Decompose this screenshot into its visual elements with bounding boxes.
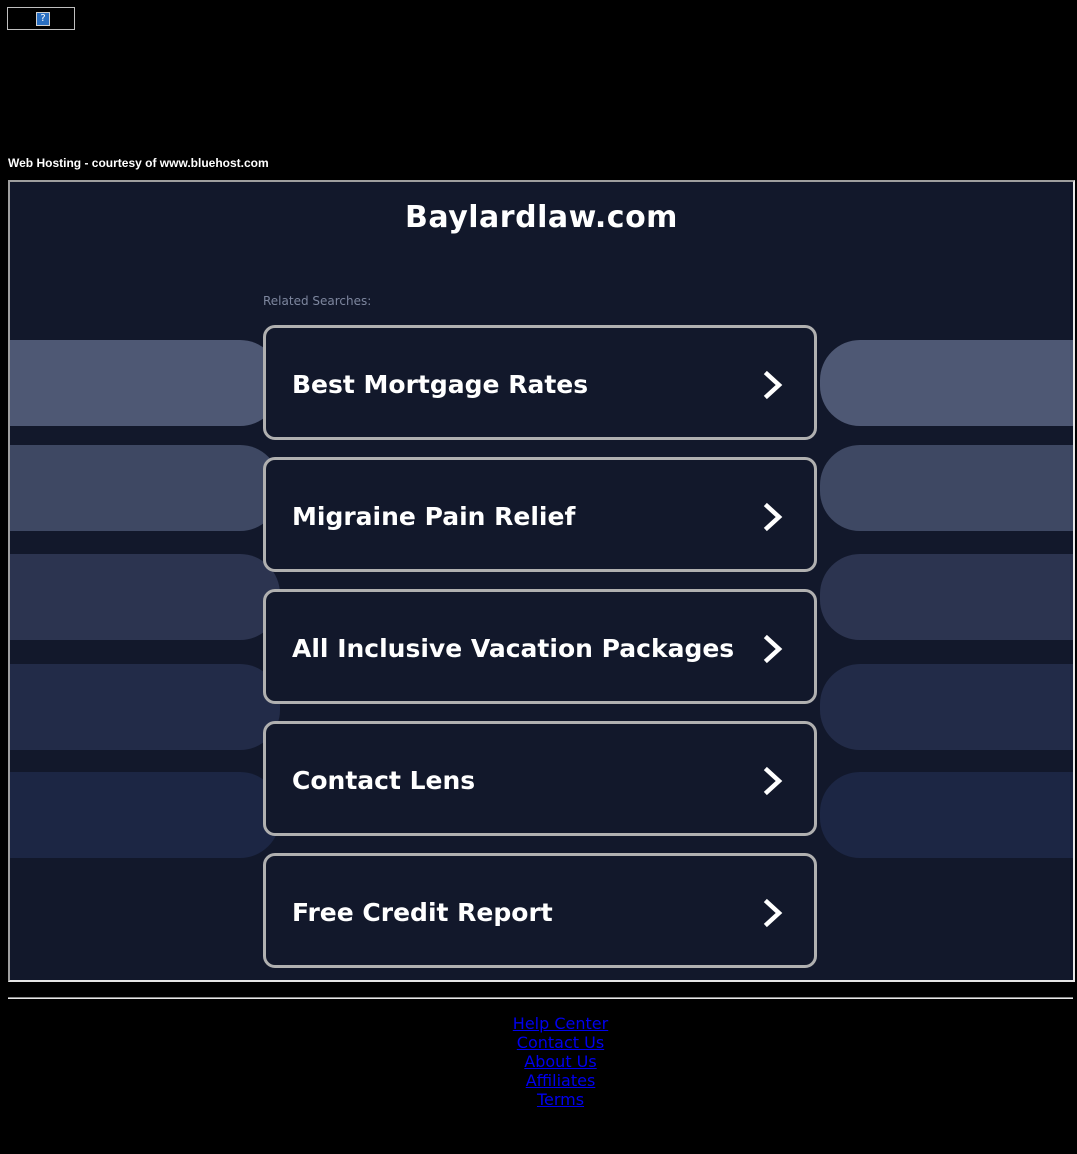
hosting-credit: Web Hosting - courtesy of www.bluehost.c… [8, 156, 269, 170]
decorative-side-bar [10, 340, 280, 426]
related-search-link[interactable]: Free Credit Report [263, 853, 817, 968]
footer-link-contact-us[interactable]: Contact Us [8, 1033, 1077, 1052]
footer-link-terms[interactable]: Terms [8, 1090, 1077, 1109]
decorative-side-bar [820, 772, 1073, 858]
broken-image-icon: ? [36, 12, 50, 26]
chevron-right-icon [763, 634, 783, 664]
decorative-side-bar [820, 554, 1073, 640]
decorative-side-bar [10, 772, 280, 858]
link-label: Best Mortgage Rates [292, 370, 589, 399]
related-search-link[interactable]: Best Mortgage Rates [263, 325, 817, 440]
decorative-side-bar [820, 445, 1073, 531]
chevron-right-icon [763, 370, 783, 400]
decorative-side-bar [10, 445, 280, 531]
chevron-right-icon [763, 898, 783, 928]
link-label: Free Credit Report [292, 898, 553, 927]
link-label: All Inclusive Vacation Packages [292, 634, 735, 663]
chevron-right-icon [763, 766, 783, 796]
footer-link-affiliates[interactable]: Affiliates [8, 1071, 1077, 1090]
chevron-right-icon [763, 502, 783, 532]
decorative-side-bar [820, 340, 1073, 426]
footer-links: Help Center Contact Us About Us Affiliat… [8, 1014, 1077, 1109]
site-title: Baylardlaw.com [405, 200, 678, 235]
parking-frame: Baylardlaw.com Related Searches: Best Mo… [8, 180, 1075, 982]
related-search-link[interactable]: Migraine Pain Relief [263, 457, 817, 572]
footer-link-help-center[interactable]: Help Center [8, 1014, 1077, 1033]
link-label: Migraine Pain Relief [292, 502, 576, 531]
decorative-side-bar [10, 664, 280, 750]
link-label: Contact Lens [292, 766, 476, 795]
footer-divider [8, 997, 1073, 999]
related-search-link[interactable]: Contact Lens [263, 721, 817, 836]
top-ad-placeholder[interactable]: ? [7, 7, 75, 30]
related-search-link[interactable]: All Inclusive Vacation Packages [263, 589, 817, 704]
related-searches-label: Related Searches: [263, 294, 372, 308]
footer-link-about-us[interactable]: About Us [8, 1052, 1077, 1071]
decorative-side-bar [10, 554, 280, 640]
decorative-side-bar [820, 664, 1073, 750]
